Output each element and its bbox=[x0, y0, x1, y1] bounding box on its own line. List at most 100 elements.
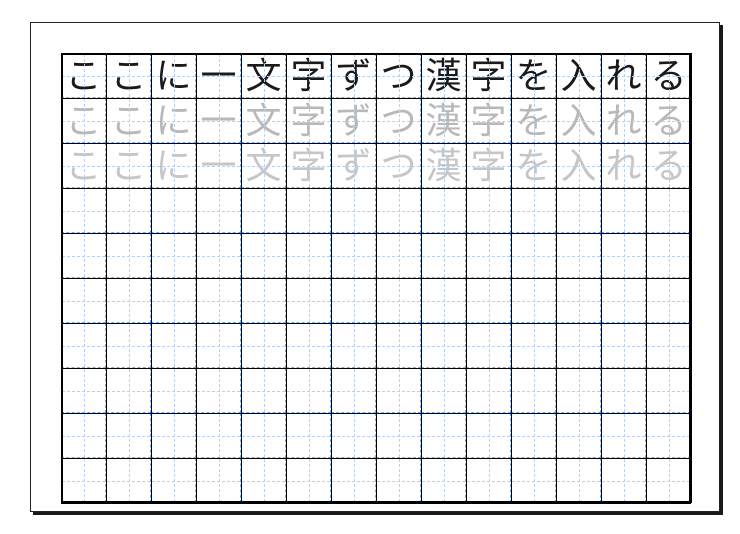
grid-cell bbox=[241, 233, 286, 278]
grid-cell bbox=[241, 368, 286, 413]
grid-cell bbox=[556, 188, 601, 233]
grid-cell bbox=[241, 458, 286, 503]
grid-cell: つ bbox=[376, 143, 421, 188]
grid-cell bbox=[646, 413, 691, 458]
grid-cell bbox=[421, 413, 466, 458]
grid-cell: れ bbox=[601, 98, 646, 143]
grid-cell: る bbox=[646, 53, 691, 98]
grid-cell bbox=[421, 188, 466, 233]
grid-cell bbox=[331, 278, 376, 323]
grid-cell: こ bbox=[106, 53, 151, 98]
grid-cell: に bbox=[151, 53, 196, 98]
grid-cell bbox=[601, 458, 646, 503]
grid-cell bbox=[421, 233, 466, 278]
grid-cell bbox=[511, 413, 556, 458]
grid-cell bbox=[61, 233, 106, 278]
grid-cell: 漢 bbox=[421, 98, 466, 143]
grid-cell bbox=[106, 233, 151, 278]
grid-cell bbox=[106, 323, 151, 368]
grid-cell bbox=[196, 188, 241, 233]
grid-cell bbox=[196, 368, 241, 413]
grid-cell bbox=[241, 278, 286, 323]
grid-cell: 文 bbox=[241, 143, 286, 188]
grid-cell bbox=[106, 188, 151, 233]
grid-cell bbox=[106, 368, 151, 413]
grid-cell: 文 bbox=[241, 53, 286, 98]
grid-cell bbox=[61, 458, 106, 503]
grid-cell: れ bbox=[601, 53, 646, 98]
grid-cell bbox=[511, 233, 556, 278]
grid-cell bbox=[61, 323, 106, 368]
grid-cell: 字 bbox=[286, 98, 331, 143]
grid-cell: 入 bbox=[556, 143, 601, 188]
grid-cell bbox=[376, 323, 421, 368]
grid-cell bbox=[601, 323, 646, 368]
grid-cell bbox=[196, 323, 241, 368]
grid-cell bbox=[421, 323, 466, 368]
grid-cell bbox=[466, 323, 511, 368]
grid-cell bbox=[556, 458, 601, 503]
grid-cell bbox=[331, 368, 376, 413]
grid-cell: に bbox=[151, 143, 196, 188]
grid: ここに一文字ずつ漢字を入れるここに一文字ずつ漢字を入れるここに一文字ずつ漢字を入… bbox=[61, 53, 691, 503]
grid-cell: れ bbox=[601, 143, 646, 188]
grid-cell bbox=[556, 413, 601, 458]
grid-cell: こ bbox=[61, 53, 106, 98]
grid-cell bbox=[331, 413, 376, 458]
grid-cell bbox=[421, 458, 466, 503]
grid-cell bbox=[331, 323, 376, 368]
grid-cell bbox=[151, 458, 196, 503]
grid-cell bbox=[196, 413, 241, 458]
grid-cell bbox=[466, 233, 511, 278]
grid-cell bbox=[511, 278, 556, 323]
grid-cell: を bbox=[511, 143, 556, 188]
grid-cell bbox=[286, 458, 331, 503]
grid-cell bbox=[466, 368, 511, 413]
grid-cell bbox=[196, 278, 241, 323]
grid-cell bbox=[511, 323, 556, 368]
grid-cell bbox=[421, 278, 466, 323]
grid-cell: 漢 bbox=[421, 143, 466, 188]
grid-cell: ず bbox=[331, 53, 376, 98]
grid-cell bbox=[646, 233, 691, 278]
grid-cell: つ bbox=[376, 53, 421, 98]
grid-cell: を bbox=[511, 53, 556, 98]
grid-cell bbox=[646, 278, 691, 323]
grid-cell bbox=[61, 188, 106, 233]
grid-cell: を bbox=[511, 98, 556, 143]
grid-cell bbox=[286, 188, 331, 233]
grid-cell: 字 bbox=[286, 143, 331, 188]
grid-cell bbox=[241, 188, 286, 233]
grid-cell bbox=[466, 188, 511, 233]
grid-cell bbox=[421, 368, 466, 413]
grid-cell bbox=[376, 188, 421, 233]
grid-cell: る bbox=[646, 143, 691, 188]
practice-sheet: ここに一文字ずつ漢字を入れるここに一文字ずつ漢字を入れるここに一文字ずつ漢字を入… bbox=[61, 53, 691, 503]
grid-cell: る bbox=[646, 98, 691, 143]
grid-cell: 漢 bbox=[421, 53, 466, 98]
grid-cell bbox=[286, 233, 331, 278]
grid-cell bbox=[511, 458, 556, 503]
grid-cell: ず bbox=[331, 143, 376, 188]
grid-cell bbox=[331, 458, 376, 503]
grid-cell bbox=[331, 188, 376, 233]
grid-cell bbox=[151, 368, 196, 413]
grid-cell: 入 bbox=[556, 53, 601, 98]
grid-cell bbox=[601, 278, 646, 323]
grid-cell bbox=[286, 278, 331, 323]
grid-cell: 字 bbox=[466, 53, 511, 98]
grid-cell: 一 bbox=[196, 143, 241, 188]
grid-cell bbox=[106, 413, 151, 458]
grid-cell bbox=[106, 278, 151, 323]
grid-cell bbox=[151, 323, 196, 368]
grid-cell bbox=[646, 368, 691, 413]
grid-cell bbox=[601, 413, 646, 458]
grid-cell: に bbox=[151, 98, 196, 143]
grid-cell bbox=[556, 368, 601, 413]
grid-cell: 字 bbox=[466, 98, 511, 143]
grid-cell bbox=[376, 413, 421, 458]
grid-cell bbox=[61, 278, 106, 323]
grid-cell bbox=[376, 233, 421, 278]
grid-cell bbox=[106, 458, 151, 503]
grid-cell bbox=[61, 413, 106, 458]
